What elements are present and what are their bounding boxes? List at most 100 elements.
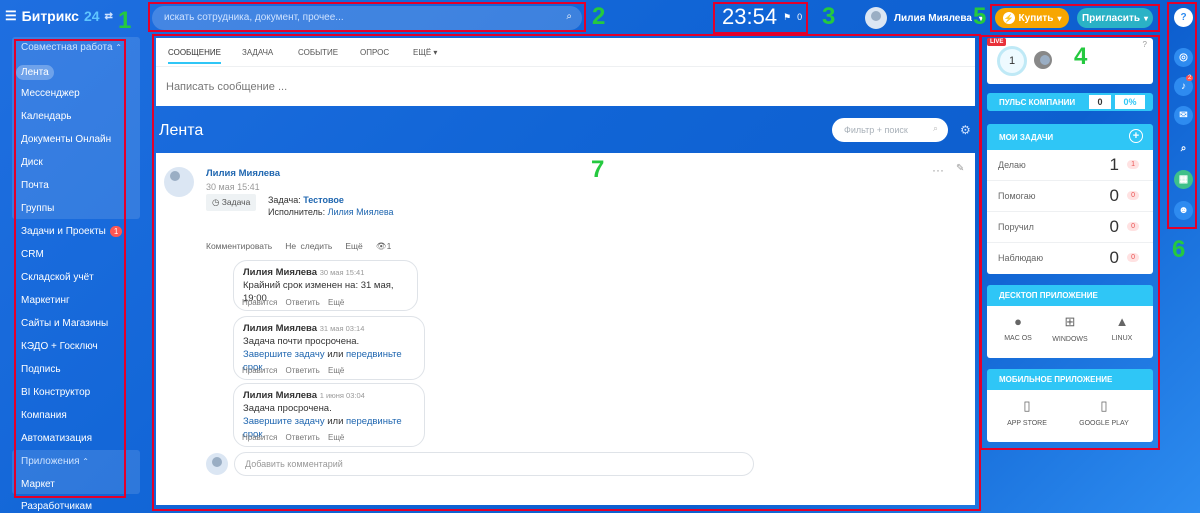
- logo[interactable]: ☰ Битрикс 24 ⇄: [5, 8, 113, 24]
- help-icon[interactable]: ?: [1143, 40, 1147, 49]
- tab-message[interactable]: Сообщение: [168, 48, 221, 64]
- search-input[interactable]: искать сотрудника, документ, прочее... ⌕: [152, 6, 582, 30]
- message-input[interactable]: Написать сообщение ...: [166, 81, 287, 93]
- add-comment-input[interactable]: Добавить комментарий: [234, 452, 754, 476]
- swap-icon[interactable]: ⇄: [105, 11, 113, 22]
- grid-icon[interactable]: ▦: [1174, 170, 1193, 189]
- more-link[interactable]: Ещё: [328, 366, 344, 375]
- sidebar-item-company[interactable]: Компания: [21, 410, 67, 421]
- task-row-doing[interactable]: Делаю 1 1: [987, 150, 1153, 181]
- reply-link[interactable]: Ответить: [286, 433, 320, 442]
- tab-event[interactable]: Событие: [298, 48, 338, 57]
- unfollow-link[interactable]: Не следить: [285, 241, 332, 251]
- post-date: 30 мая 15:41: [206, 182, 260, 192]
- menu-section-collab-header[interactable]: Совместная работа ⌃: [21, 42, 122, 53]
- sidebar-item-documents[interactable]: Документы Онлайн: [21, 134, 111, 145]
- invite-button[interactable]: Пригласить ▾: [1077, 8, 1153, 28]
- user-name: Лилия Миялева: [894, 12, 972, 24]
- post-author[interactable]: Лилия Миялева: [206, 168, 280, 179]
- tab-task[interactable]: Задача: [242, 48, 273, 57]
- sidebar-item-bi[interactable]: BI Конструктор: [21, 387, 90, 398]
- comment-link[interactable]: Комментировать: [206, 241, 272, 251]
- buy-button[interactable]: ⚡ Купить ▾: [995, 8, 1069, 28]
- more-link[interactable]: Ещё: [328, 298, 344, 307]
- search-icon[interactable]: ⌕: [1174, 139, 1193, 158]
- chat-icon[interactable]: ✉: [1174, 106, 1193, 125]
- linux-link[interactable]: ▲ LINUX: [1097, 314, 1147, 342]
- search-icon[interactable]: ⌕: [933, 123, 938, 134]
- like-link[interactable]: Нравится: [242, 298, 277, 307]
- pulse-panel[interactable]: ПУЛЬС КОМПАНИИ 0 0%: [987, 93, 1153, 111]
- avatar: [164, 167, 194, 197]
- sidebar-item-market[interactable]: Маркет: [21, 479, 55, 490]
- task-link[interactable]: Тестовое: [303, 195, 344, 205]
- pin-icon[interactable]: ✎: [956, 163, 964, 174]
- task-row-helping[interactable]: Помогаю 0 0: [987, 181, 1153, 212]
- gear-icon[interactable]: ⚙: [960, 123, 971, 137]
- sidebar-item-sites[interactable]: Сайты и Магазины: [21, 318, 108, 329]
- like-link[interactable]: Нравится: [242, 366, 277, 375]
- annotation-number-4: 4: [1074, 43, 1088, 70]
- menu-section-apps-header[interactable]: Приложения ⌃: [21, 456, 89, 467]
- sidebar-item-groups[interactable]: Группы: [21, 203, 54, 214]
- comment-author[interactable]: Лилия Миялева: [243, 323, 317, 334]
- sidebar-item-warehouse[interactable]: Складской учёт: [21, 272, 94, 283]
- reply-link[interactable]: Ответить: [286, 366, 320, 375]
- more-link[interactable]: Ещё: [345, 241, 362, 251]
- live-counter[interactable]: 1: [997, 46, 1027, 76]
- macos-link[interactable]: ● MAC OS: [993, 314, 1043, 342]
- sidebar-item-calendar[interactable]: Календарь: [21, 111, 71, 122]
- windows-link[interactable]: ⊞ WINDOWS: [1045, 314, 1095, 343]
- tab-poll[interactable]: Опрос: [360, 48, 389, 57]
- menu-burger-icon[interactable]: ☰: [5, 8, 17, 24]
- sidebar-item-messenger[interactable]: Мессенджер: [21, 88, 80, 99]
- sidebar-item-marketing[interactable]: Маркетинг: [21, 295, 70, 306]
- like-link[interactable]: Нравится: [242, 433, 277, 442]
- filter-placeholder: Фильтр + поиск: [844, 125, 908, 135]
- clock-widget[interactable]: 23:54 ⚑ 0: [716, 4, 804, 30]
- sidebar-item-developers[interactable]: Разработчикам: [21, 501, 92, 512]
- executor-link[interactable]: Лилия Миялева: [328, 207, 394, 217]
- mobile-panel: ▯ APP STORE ▯ GOOGLE PLAY: [987, 390, 1153, 442]
- appstore-link[interactable]: ▯ APP STORE: [1002, 398, 1052, 427]
- sidebar-item-feed[interactable]: Лента: [16, 65, 54, 80]
- more-link[interactable]: Ещё: [328, 433, 344, 442]
- help-icon[interactable]: ?: [1174, 8, 1193, 27]
- chevron-up-icon: ⌃: [82, 457, 89, 466]
- comment-time: 30 мая 15:41: [319, 268, 365, 277]
- search-placeholder: искать сотрудника, документ, прочее...: [164, 12, 344, 23]
- filter-input[interactable]: Фильтр + поиск ⌕: [832, 118, 948, 142]
- more-icon[interactable]: ···: [932, 163, 944, 177]
- linux-icon: ▲: [1115, 314, 1129, 329]
- task-line: Задача: Тестовое: [268, 195, 344, 205]
- avatar: [206, 453, 228, 475]
- flag-icon: ⚑: [783, 11, 792, 22]
- user-menu[interactable]: Лилия Миялева ▾: [865, 6, 983, 30]
- finish-task-link[interactable]: Завершите задачу: [243, 349, 325, 360]
- comment-text: или: [324, 349, 347, 360]
- comment-author[interactable]: Лилия Миялева: [243, 267, 317, 278]
- avatar[interactable]: [1034, 51, 1052, 69]
- reply-link[interactable]: Ответить: [286, 298, 320, 307]
- post-form: Сообщение Задача Событие Опрос Ещё ▾ Нап…: [156, 38, 975, 106]
- target-icon[interactable]: ◎: [1174, 48, 1193, 67]
- sidebar-item-crm[interactable]: CRM: [21, 249, 44, 260]
- contacts-icon[interactable]: ☻: [1174, 201, 1193, 220]
- sidebar-item-sign[interactable]: Подпись: [21, 364, 61, 375]
- googleplay-link[interactable]: ▯ GOOGLE PLAY: [1079, 398, 1129, 427]
- finish-task-link[interactable]: Завершите задачу: [243, 416, 325, 427]
- annotation-number-3: 3: [822, 3, 836, 30]
- annotation-number-5: 5: [973, 3, 987, 30]
- task-row-watching[interactable]: Наблюдаю 0 0: [987, 243, 1153, 274]
- sidebar-item-automation[interactable]: Автоматизация: [21, 433, 92, 444]
- tab-more[interactable]: Ещё ▾: [413, 48, 437, 57]
- sidebar-item-kedo[interactable]: КЭДО + Госключ: [21, 341, 98, 352]
- comment-author[interactable]: Лилия Миялева: [243, 390, 317, 401]
- chevron-down-icon: ▾: [1144, 13, 1149, 23]
- sidebar-item-tasks[interactable]: Задачи и Проекты 1: [21, 226, 123, 237]
- add-task-icon[interactable]: +: [1129, 129, 1143, 143]
- sidebar-item-mail[interactable]: Почта: [21, 180, 49, 191]
- sidebar-item-disk[interactable]: Диск: [21, 157, 43, 168]
- search-icon[interactable]: ⌕: [566, 11, 572, 22]
- task-row-assigned[interactable]: Поручил 0 0: [987, 212, 1153, 243]
